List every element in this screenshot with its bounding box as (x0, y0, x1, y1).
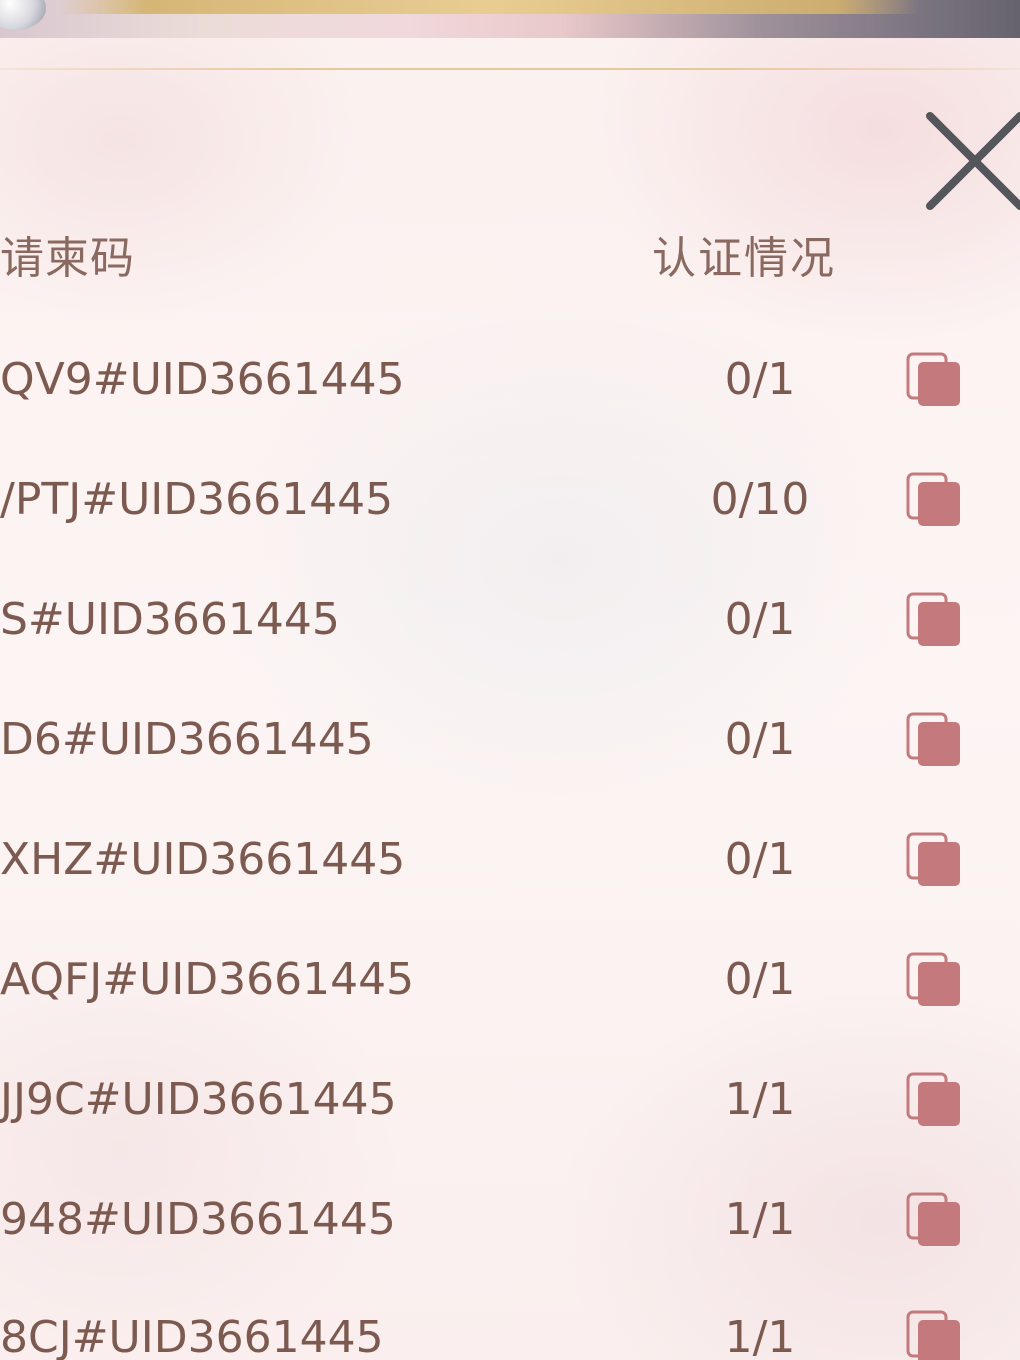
copy-icon (906, 712, 960, 766)
column-header-invitation-code: 请柬码 (0, 233, 135, 284)
copy-button[interactable] (904, 1190, 964, 1250)
invitation-code: S#UID3661445 (0, 594, 340, 645)
verification-count: 0/1 (724, 354, 796, 405)
invitation-code: 948#UID3661445 (0, 1194, 396, 1245)
copy-button[interactable] (904, 950, 964, 1010)
invitation-code: JJ9C#UID3661445 (0, 1074, 397, 1125)
invitation-codes-dialog: 请柬码 认证情况 QV9#UID3661445 0/1 /PTJ#UID3661… (0, 0, 1020, 1360)
copy-button[interactable] (904, 1308, 964, 1360)
verification-count: 0/1 (724, 714, 796, 765)
table-row: 948#UID3661445 1/1 (0, 1160, 1020, 1280)
invitation-code: D6#UID3661445 (0, 714, 374, 765)
header-divider (0, 68, 1020, 70)
invitation-code: /PTJ#UID3661445 (0, 474, 394, 525)
table-row: 8CJ#UID3661445 1/1 (0, 1278, 1020, 1360)
table-row: S#UID3661445 0/1 (0, 560, 1020, 680)
verification-count: 0/1 (724, 594, 796, 645)
verification-count: 0/1 (724, 954, 796, 1005)
copy-icon (906, 472, 960, 526)
copy-button[interactable] (904, 470, 964, 530)
copy-icon (906, 1310, 960, 1360)
copy-icon (906, 1192, 960, 1246)
invitation-code: AQFJ#UID3661445 (0, 954, 415, 1005)
verification-count: 1/1 (724, 1074, 796, 1125)
copy-icon (906, 352, 960, 406)
copy-icon (906, 832, 960, 886)
table-row: AQFJ#UID3661445 0/1 (0, 920, 1020, 1040)
invitation-code: 8CJ#UID3661445 (0, 1312, 384, 1360)
copy-icon (906, 1072, 960, 1126)
table-row: QV9#UID3661445 0/1 (0, 320, 1020, 440)
table-row: /PTJ#UID3661445 0/10 (0, 440, 1020, 560)
copy-button[interactable] (904, 350, 964, 410)
column-header-verification-status: 认证情况 (652, 233, 836, 284)
copy-button[interactable] (904, 590, 964, 650)
copy-button[interactable] (904, 710, 964, 770)
copy-icon (906, 592, 960, 646)
verification-count: 0/10 (710, 474, 810, 525)
close-icon (926, 112, 1020, 210)
copy-button[interactable] (904, 830, 964, 890)
table-row: D6#UID3661445 0/1 (0, 680, 1020, 800)
copy-button[interactable] (904, 1070, 964, 1130)
invitation-code: XHZ#UID3661445 (0, 834, 406, 885)
table-row: JJ9C#UID3661445 1/1 (0, 1040, 1020, 1160)
verification-count: 0/1 (724, 834, 796, 885)
close-button[interactable] (922, 108, 1020, 212)
verification-count: 1/1 (724, 1312, 796, 1360)
copy-icon (906, 952, 960, 1006)
top-banner-gold-trim (60, 0, 920, 14)
invitation-code: QV9#UID3661445 (0, 354, 405, 405)
table-row: XHZ#UID3661445 0/1 (0, 800, 1020, 920)
verification-count: 1/1 (724, 1194, 796, 1245)
